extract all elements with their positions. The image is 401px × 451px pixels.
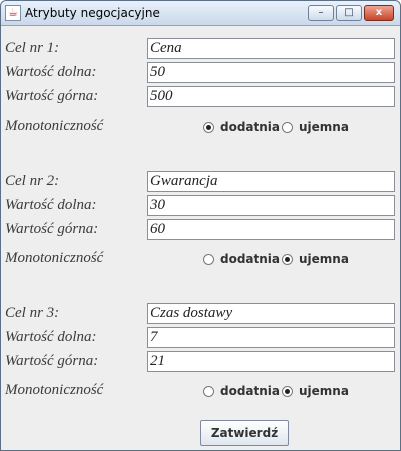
close-button[interactable]: x <box>364 5 394 21</box>
upper-3-field[interactable]: 21 <box>147 351 395 372</box>
lower-1-label: Wartość dolna: <box>5 64 97 80</box>
goal-1-label: Cel nr 1: <box>5 40 60 56</box>
radio-dot <box>203 253 214 265</box>
radio-dot <box>282 385 293 397</box>
upper-2-field[interactable]: 60 <box>147 219 395 240</box>
lower-2-label: Wartość dolna: <box>5 197 97 213</box>
form-content: Cel nr 1: Cena Wartość dolna: 50 Wartość… <box>1 26 400 450</box>
radio-dot <box>203 385 214 397</box>
upper-1-field[interactable]: 500 <box>147 86 395 107</box>
confirm-button[interactable]: Zatwierdź <box>200 420 289 446</box>
radio-2-positive[interactable]: dodatnia <box>203 252 280 266</box>
radio-dot <box>203 121 214 133</box>
radio-3-positive[interactable]: dodatnia <box>203 384 280 398</box>
upper-1-label: Wartość górna: <box>5 88 99 104</box>
radio-1-negative[interactable]: ujemna <box>282 120 349 134</box>
maximize-button[interactable]: □ <box>336 5 362 21</box>
goal-2-label: Cel nr 2: <box>5 173 60 189</box>
minimize-button[interactable]: – <box>308 5 334 21</box>
goal-1-field[interactable]: Cena <box>147 38 395 59</box>
monotonic-3-label: Monotoniczność <box>5 382 104 398</box>
lower-2-field[interactable]: 30 <box>147 195 395 216</box>
window-title: Atrybuty negocjacyjne <box>25 6 160 20</box>
upper-2-label: Wartość górna: <box>5 221 99 237</box>
lower-1-field[interactable]: 50 <box>147 62 395 83</box>
radio-1-positive[interactable]: dodatnia <box>203 120 280 134</box>
radio-2-negative[interactable]: ujemna <box>282 252 349 266</box>
radio-3-negative[interactable]: ujemna <box>282 384 349 398</box>
goal-2-field[interactable]: Gwarancja <box>147 171 395 192</box>
dialog-window: ☕ Atrybuty negocjacyjne – □ x Cel nr 1: … <box>0 0 401 451</box>
lower-3-field[interactable]: 7 <box>147 327 395 348</box>
monotonic-2-label: Monotoniczność <box>5 250 104 266</box>
upper-3-label: Wartość górna: <box>5 353 99 369</box>
radio-dot <box>282 253 293 265</box>
title-bar[interactable]: ☕ Atrybuty negocjacyjne – □ x <box>1 1 400 26</box>
radio-dot <box>282 121 293 133</box>
monotonic-1-label: Monotoniczność <box>5 118 104 134</box>
lower-3-label: Wartość dolna: <box>5 329 97 345</box>
goal-3-field[interactable]: Czas dostawy <box>147 303 395 324</box>
window-controls: – □ x <box>308 5 394 21</box>
java-app-icon: ☕ <box>5 5 21 21</box>
goal-3-label: Cel nr 3: <box>5 305 60 321</box>
